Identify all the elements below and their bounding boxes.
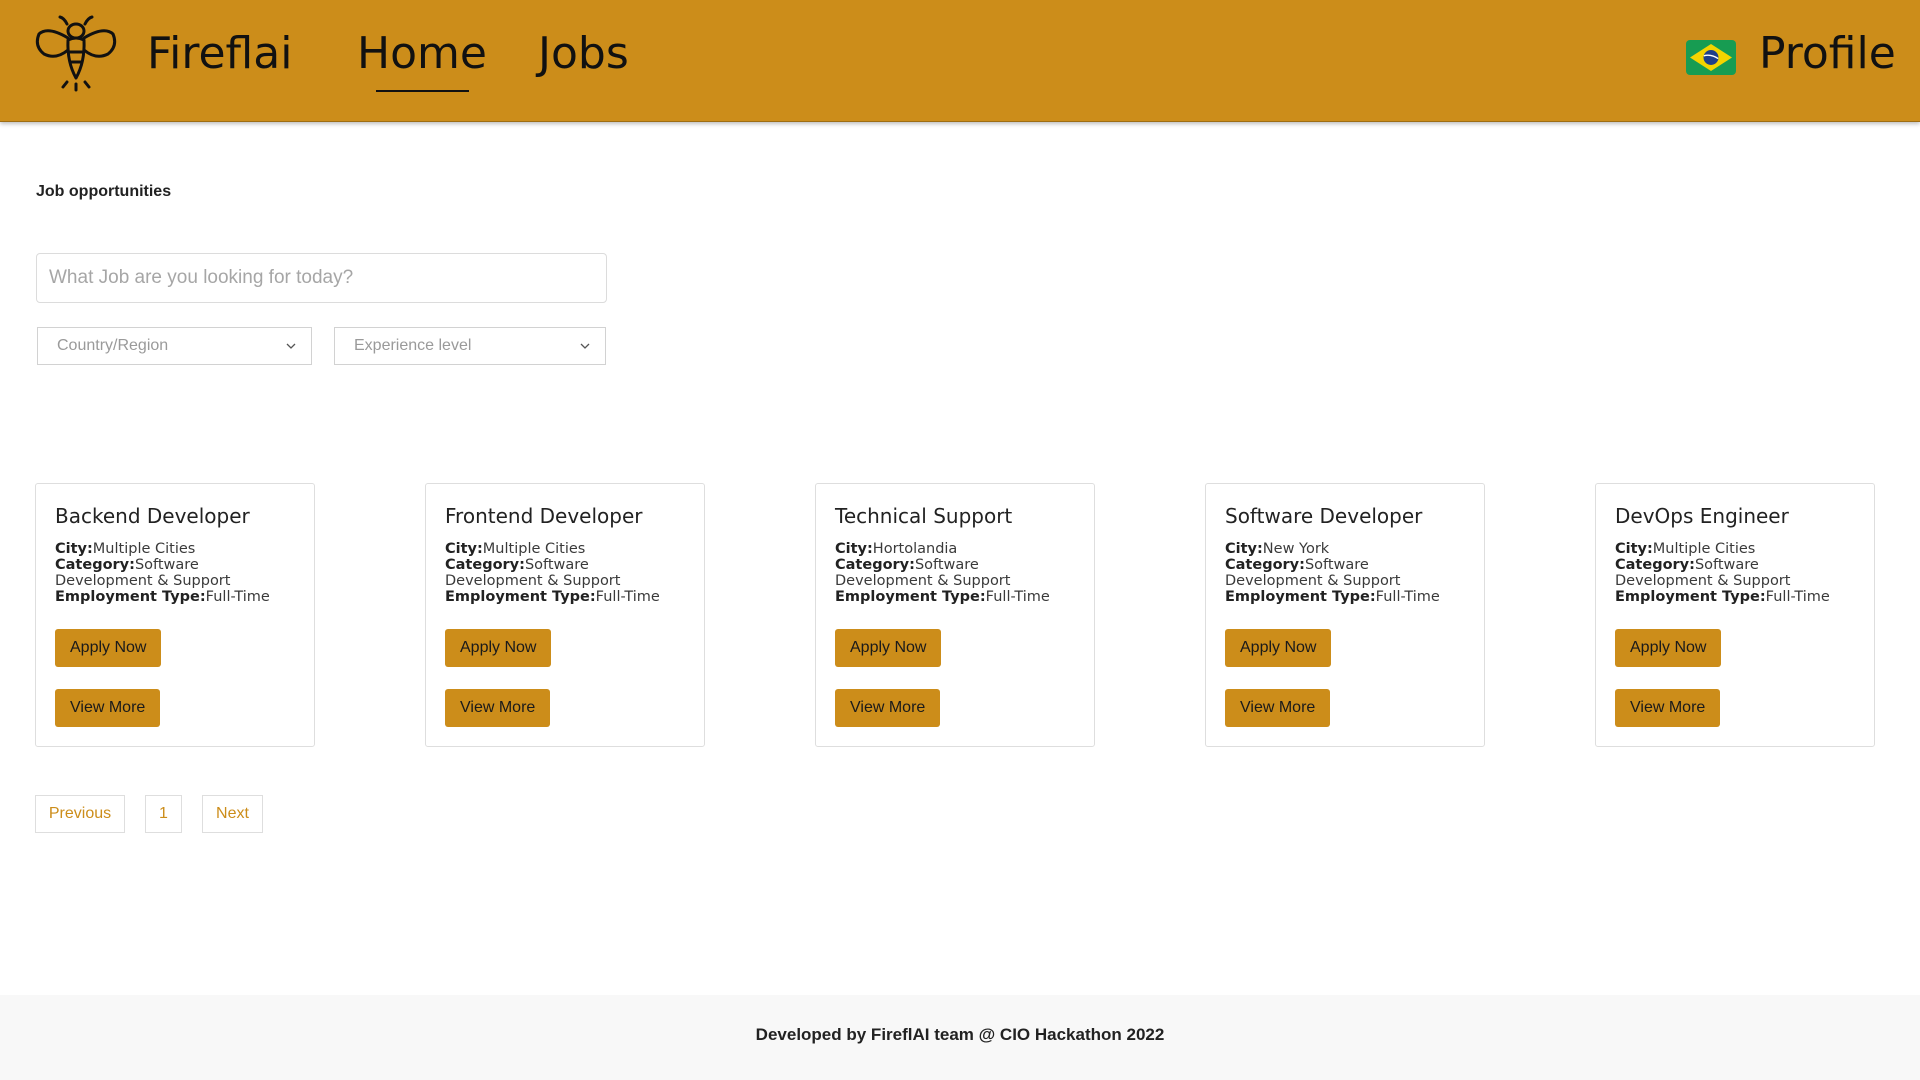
top-navbar: Fireflai Home Jobs Profile — [0, 0, 1920, 122]
city-label: City: — [1615, 541, 1653, 557]
job-card: Backend Developer City:Multiple Cities C… — [35, 483, 315, 747]
job-city: Hortolandia — [872, 541, 958, 557]
pagination-next-button[interactable]: Next — [202, 795, 263, 833]
category-label: Category: — [55, 557, 135, 573]
job-card: Software Developer City:New York Categor… — [1205, 483, 1485, 747]
job-city: Multiple Cities — [482, 541, 586, 557]
job-employment-type: Full-Time — [595, 589, 660, 605]
city-label: City: — [55, 541, 93, 557]
apply-now-button[interactable]: Apply Now — [1615, 629, 1722, 667]
job-title: Technical Support — [835, 504, 1013, 528]
view-more-button[interactable]: View More — [1225, 689, 1331, 727]
apply-now-button[interactable]: Apply Now — [1225, 629, 1332, 667]
view-more-button[interactable]: View More — [445, 689, 551, 727]
apply-now-button[interactable]: Apply Now — [835, 629, 942, 667]
job-card: DevOps Engineer City:Multiple Cities Cat… — [1595, 483, 1875, 747]
brand-logo[interactable] — [34, 14, 118, 98]
job-card: Frontend Developer City:Multiple Cities … — [425, 483, 705, 747]
brand-name[interactable]: Fireflai — [147, 28, 292, 81]
category-label: Category: — [1225, 557, 1305, 573]
apply-now-button[interactable]: Apply Now — [55, 629, 162, 667]
footer-credits: Developed by FireflAI team @ CIO Hackath… — [755, 1025, 1165, 1044]
pagination-page-button[interactable]: 1 — [145, 795, 182, 833]
job-title: Frontend Developer — [445, 504, 643, 528]
employment-type-label: Employment Type: — [445, 589, 596, 605]
experience-level-select[interactable]: Experience level — [334, 327, 606, 365]
page-title: Job opportunities — [36, 183, 172, 200]
firefly-icon — [35, 15, 117, 92]
city-label: City: — [835, 541, 873, 557]
employment-type-label: Employment Type: — [55, 589, 206, 605]
job-details: City:Multiple Cities Category:Software D… — [445, 541, 690, 605]
city-label: City: — [1225, 541, 1263, 557]
nav-profile-link[interactable]: Profile — [1759, 28, 1896, 81]
employment-type-label: Employment Type: — [835, 589, 986, 605]
job-city: Multiple Cities — [92, 541, 196, 557]
country-region-select[interactable]: Country/Region — [37, 327, 312, 365]
chevron-down-icon — [285, 340, 297, 352]
job-details: City:Hortolandia Category:Software Devel… — [835, 541, 1080, 605]
job-title: Backend Developer — [55, 504, 250, 528]
brazil-flag-icon — [1686, 40, 1736, 75]
job-employment-type: Full-Time — [985, 589, 1050, 605]
view-more-button[interactable]: View More — [55, 689, 161, 727]
job-city: Multiple Cities — [1652, 541, 1756, 557]
employment-type-label: Employment Type: — [1615, 589, 1766, 605]
view-more-button[interactable]: View More — [835, 689, 941, 727]
job-title: Software Developer — [1225, 504, 1423, 528]
job-employment-type: Full-Time — [205, 589, 270, 605]
nav-home-link[interactable]: Home — [357, 28, 487, 81]
job-city: New York — [1262, 541, 1330, 557]
job-card: Technical Support City:Hortolandia Categ… — [815, 483, 1095, 747]
job-details: City:Multiple Cities Category:Software D… — [1615, 541, 1860, 605]
job-details: City:New York Category:Software Developm… — [1225, 541, 1470, 605]
job-employment-type: Full-Time — [1765, 589, 1830, 605]
employment-type-label: Employment Type: — [1225, 589, 1376, 605]
category-label: Category: — [835, 557, 915, 573]
nav-jobs-link[interactable]: Jobs — [538, 28, 629, 81]
job-details: City:Multiple Cities Category:Software D… — [55, 541, 300, 605]
category-label: Category: — [1615, 557, 1695, 573]
experience-level-label: Experience level — [354, 337, 472, 354]
pagination-previous-button[interactable]: Previous — [35, 795, 125, 833]
language-selector[interactable] — [1686, 40, 1736, 75]
job-employment-type: Full-Time — [1375, 589, 1440, 605]
active-nav-indicator — [376, 90, 469, 92]
chevron-down-icon — [579, 340, 591, 352]
view-more-button[interactable]: View More — [1615, 689, 1721, 727]
city-label: City: — [445, 541, 483, 557]
country-region-label: Country/Region — [57, 337, 169, 354]
apply-now-button[interactable]: Apply Now — [445, 629, 552, 667]
job-title: DevOps Engineer — [1615, 504, 1789, 528]
job-search-input[interactable] — [36, 253, 607, 303]
category-label: Category: — [445, 557, 525, 573]
page-footer: Developed by FireflAI team @ CIO Hackath… — [0, 995, 1920, 1080]
